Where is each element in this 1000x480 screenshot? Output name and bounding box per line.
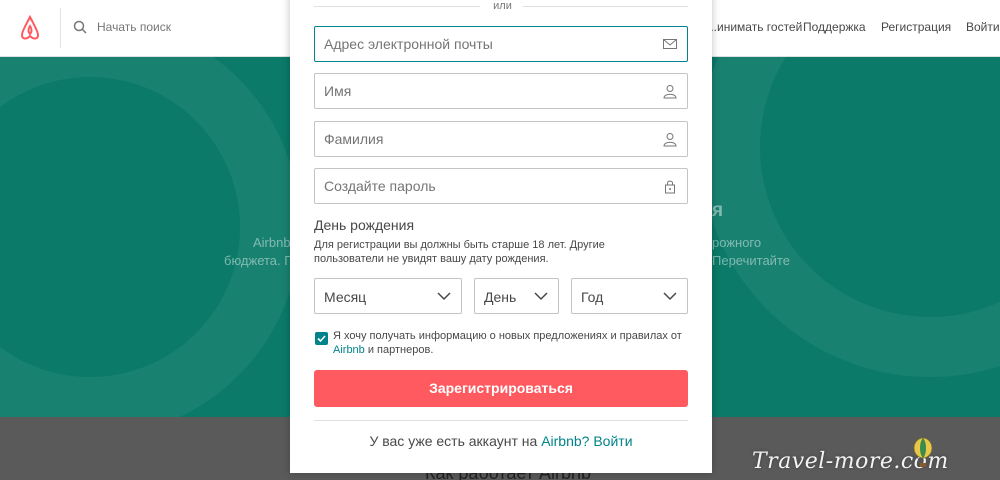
or-divider-right (523, 6, 688, 7)
nav-signup[interactable]: Регистрация (881, 20, 951, 34)
nav-support[interactable]: Поддержка (803, 20, 866, 34)
search-icon (73, 20, 87, 34)
hero-decor-shape (700, 57, 1000, 377)
first-name-field[interactable] (314, 73, 688, 109)
chevron-down-icon (437, 292, 451, 301)
nav-become-host[interactable]: ...инимать гостей (707, 20, 802, 34)
signup-modal: или День рождения Для регистрации вы дол… (290, 0, 712, 473)
search-input[interactable]: Начать поиск (97, 20, 171, 34)
signup-button[interactable]: Зарегистрироваться (314, 370, 688, 407)
airbnb-logo-icon[interactable] (18, 14, 42, 42)
consent-airbnb-link[interactable]: Airbnb (333, 344, 365, 356)
last-name-field[interactable] (314, 121, 688, 157)
nav-login[interactable]: Войти (966, 20, 1000, 34)
hero-heading: я (712, 200, 724, 221)
email-field[interactable] (314, 26, 688, 62)
hot-air-balloon-icon (913, 437, 933, 467)
person-icon (663, 133, 677, 147)
consent-tail-text: и партнеров. (367, 344, 434, 356)
chevron-down-icon (663, 292, 677, 301)
year-select-value: Год (581, 289, 604, 305)
hero-text: бюджета. Г (224, 253, 292, 268)
email-input[interactable] (315, 27, 655, 61)
or-divider-left (314, 6, 480, 7)
month-select[interactable]: Месяц (314, 278, 462, 314)
birthday-label: День рождения (314, 217, 415, 233)
envelope-icon (663, 39, 677, 49)
airbnb-brand-link[interactable]: Airbnb? (541, 433, 589, 449)
hero-text: Перечитайте (712, 253, 790, 268)
year-select[interactable]: Год (571, 278, 688, 314)
consent-checkbox[interactable] (315, 332, 328, 345)
day-select-value: День (484, 289, 517, 305)
modal-bottom-divider (314, 420, 688, 421)
have-account-text: У вас уже есть аккаунт на (369, 433, 538, 449)
password-input[interactable] (315, 169, 655, 203)
hero-text: рожного (712, 235, 762, 250)
password-field[interactable] (314, 168, 688, 204)
last-name-input[interactable] (315, 122, 655, 156)
checkmark-icon (317, 335, 326, 343)
month-select-value: Месяц (324, 289, 367, 305)
hero-text: Airbnb (253, 235, 291, 250)
consent-text: Я хочу получать информацию о новых предл… (333, 329, 683, 357)
login-prompt: У вас уже есть аккаунт на Airbnb? Войти (290, 433, 712, 449)
day-select[interactable]: День (474, 278, 559, 314)
person-icon (663, 85, 677, 99)
first-name-input[interactable] (315, 74, 655, 108)
lock-icon (665, 180, 675, 194)
consent-main-text: Я хочу получать информацию о новых предл… (333, 330, 682, 342)
header-divider (60, 8, 61, 48)
chevron-down-icon (534, 292, 548, 301)
birthday-hint: Для регистрации вы должны быть старше 18… (314, 239, 605, 265)
or-separator: или (493, 0, 512, 12)
login-link[interactable]: Войти (593, 433, 632, 449)
